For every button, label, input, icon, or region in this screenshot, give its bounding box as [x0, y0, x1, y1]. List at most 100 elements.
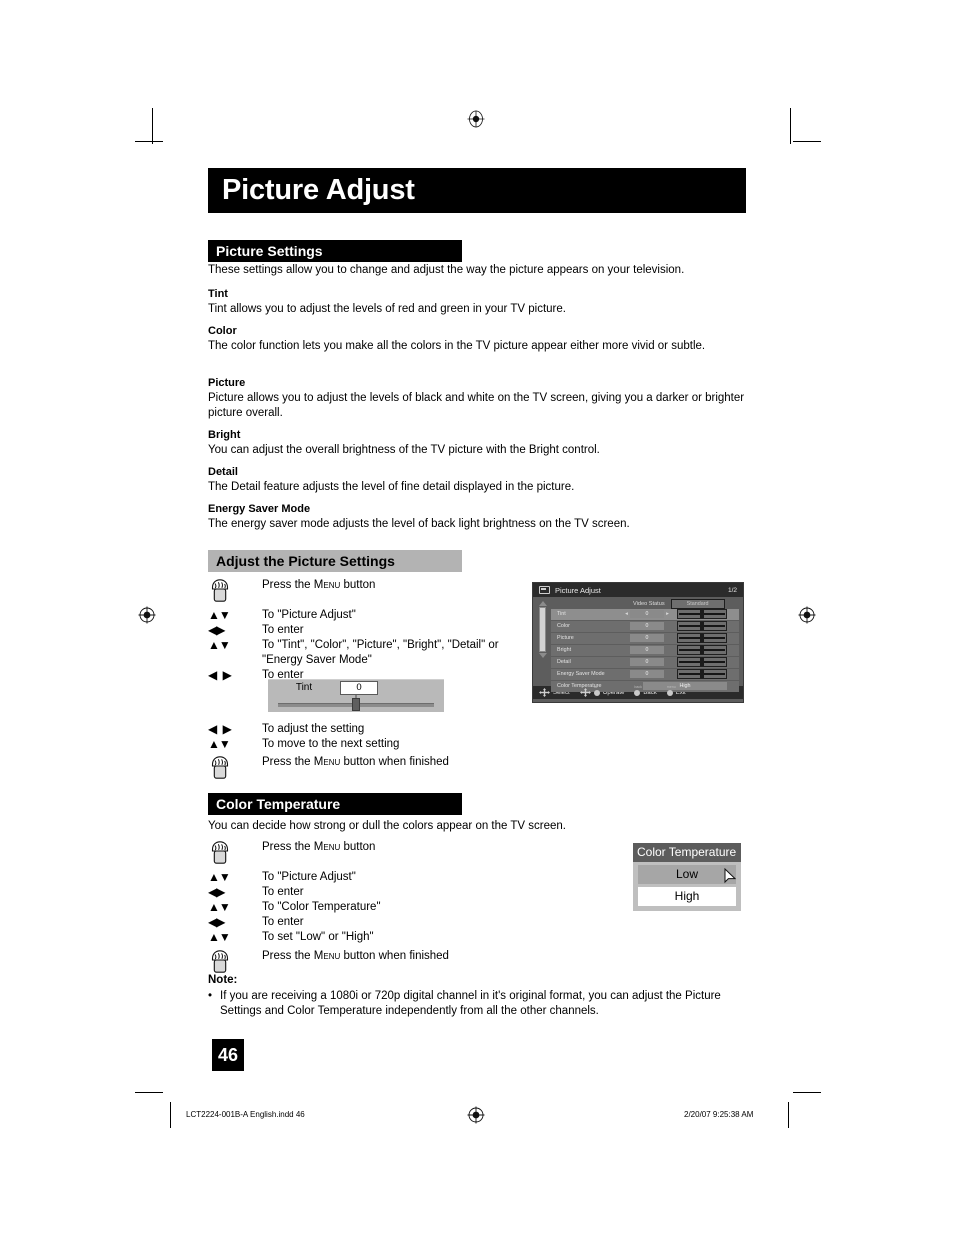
up-down-arrows-icon: ▲▼	[208, 737, 262, 752]
tint-knob[interactable]	[352, 698, 360, 711]
step-text-post: button when finished	[340, 756, 449, 768]
registration-mark-left	[138, 606, 156, 624]
step-text-post: button	[340, 841, 376, 853]
tint-slider-widget[interactable]: Tint 0	[268, 679, 444, 712]
color-temperature-option-low[interactable]: Low	[638, 865, 736, 884]
arrows-glyph: ▲▼	[208, 638, 231, 652]
footer-timestamp: 2/20/07 9:25:38 AM	[684, 1110, 754, 1119]
page-number-badge: 46	[212, 1039, 244, 1071]
slider-knob[interactable]	[700, 634, 704, 642]
subheading-bright: Bright	[208, 429, 241, 441]
step-to-enter-1: ◀▶ To enter	[208, 885, 528, 900]
step-to-enter-1: ◀▶ To enter	[208, 623, 528, 638]
step-adjust-setting: ◀ ▶ To adjust the setting	[208, 722, 528, 737]
step-press-menu: Press the Menu button	[208, 578, 528, 604]
step-press-menu-finished: Press the Menu button when finished	[208, 755, 528, 781]
osd-row-picture[interactable]: Picture 0	[551, 633, 739, 644]
step-text-post: button when finished	[340, 950, 449, 962]
osd-row-slider[interactable]	[677, 645, 727, 656]
osd-row-slider[interactable]	[677, 657, 727, 668]
step-text-pre: Press the	[262, 841, 314, 853]
page-content: Picture Adjust Picture Settings These se…	[208, 0, 746, 1235]
osd-row-value[interactable]: High	[643, 682, 727, 691]
osd-row-energy-saver-mode[interactable]: Energy Saver Mode 0	[551, 669, 739, 680]
button-mini-label: back	[634, 684, 642, 689]
section-heading-adjust-picture-settings: Adjust the Picture Settings	[208, 550, 462, 572]
subheading-energy-saver-mode: Energy Saver Mode	[208, 503, 311, 515]
step-text-pre: Press the	[262, 950, 314, 962]
osd-row-color[interactable]: Color 0	[551, 621, 739, 632]
step-text: Press the Menu button when finished	[262, 949, 449, 964]
subheading-detail: Detail	[208, 466, 238, 478]
osd-row-tint[interactable]: Tint ◂ 0 ▸	[551, 609, 739, 620]
osd-row-label: Energy Saver Mode	[557, 671, 605, 678]
osd-body: Video Status Standard Tint ◂ 0 ▸ Color 0	[533, 597, 743, 692]
step-press-menu-finished: Press the Menu button when finished	[208, 949, 528, 975]
arrows-glyph: ◀ ▶	[208, 668, 233, 682]
scroll-thumb[interactable]	[539, 607, 546, 652]
arrows-glyph: ▲▼	[208, 737, 231, 751]
step-text: To move to the next setting	[262, 738, 400, 750]
step-text: To "Picture Adjust"	[262, 871, 356, 883]
crop-mark-top-left-vertical	[152, 108, 153, 144]
registration-mark-right	[798, 606, 816, 624]
right-arrow-icon[interactable]: ▸	[664, 611, 671, 617]
footer-file-name: LCT2224-001B-A English.indd 46	[186, 1110, 305, 1119]
osd-row-slider[interactable]	[677, 609, 727, 620]
up-down-arrows-icon: ▲▼	[208, 608, 262, 623]
tint-widget-track[interactable]	[268, 695, 444, 712]
dpad-icon	[539, 688, 550, 697]
note-bullet: •	[208, 990, 213, 1002]
hand-press-icon	[208, 840, 262, 866]
scroll-down-arrow-icon[interactable]	[538, 653, 547, 658]
footer-rule-right	[793, 1092, 821, 1093]
osd-scrollbar[interactable]	[538, 601, 547, 675]
adjust-steps-top: Press the Menu button ▲▼ To "Picture Adj…	[208, 578, 528, 683]
osd-row-label: Detail	[557, 659, 571, 666]
step-text: To enter	[262, 916, 304, 928]
desc-picture: Picture allows you to adjust the levels …	[208, 392, 745, 419]
osd-row-value: 0	[630, 670, 664, 679]
back-button-icon: back	[634, 685, 642, 696]
subheading-tint: Tint	[208, 288, 228, 300]
tint-widget-value: 0	[340, 680, 378, 695]
crop-mark-top-right-vertical	[790, 108, 791, 144]
desc-detail: The Detail feature adjusts the level of …	[208, 481, 575, 493]
color-temperature-option-high[interactable]: High	[638, 887, 736, 906]
osd-row-slider[interactable]	[677, 669, 727, 680]
left-right-arrows-icon: ◀▶	[208, 623, 262, 638]
osd-row-value: 0	[630, 634, 664, 643]
step-text: To "Tint", "Color", "Picture", "Bright",…	[262, 639, 499, 666]
mouse-cursor-icon	[724, 867, 737, 884]
video-status-value[interactable]: Standard	[670, 599, 725, 609]
slider-knob[interactable]	[700, 658, 704, 666]
step-text: To set "Low" or "High"	[262, 931, 374, 943]
footer-rule-left	[135, 1092, 163, 1093]
left-right-arrows-icon: ◀▶	[208, 915, 262, 930]
step-text: To "Picture Adjust"	[262, 609, 356, 621]
slider-knob[interactable]	[700, 646, 704, 654]
slider-knob[interactable]	[700, 670, 704, 678]
arrows-glyph: ▲▼	[208, 930, 231, 944]
arrows-glyph: ▲▼	[208, 608, 231, 622]
desc-energy-saver-mode: The energy saver mode adjusts the level …	[208, 518, 630, 530]
osd-row-bright[interactable]: Bright 0	[551, 645, 739, 656]
osd-row-detail[interactable]: Detail 0	[551, 657, 739, 668]
osd-row-label: Bright	[557, 647, 572, 654]
left-right-arrows-icon: ◀ ▶	[208, 668, 262, 683]
adjust-steps-bottom: ◀ ▶ To adjust the setting ▲▼ To move to …	[208, 722, 528, 781]
osd-video-status: Video Status Standard	[633, 599, 725, 609]
left-arrow-icon[interactable]: ◂	[623, 611, 630, 617]
slider-knob[interactable]	[700, 622, 704, 630]
osd-row-slider[interactable]	[677, 633, 727, 644]
osd-row-slider[interactable]	[677, 621, 727, 632]
arrows-glyph: ◀▶	[208, 885, 225, 899]
scroll-up-arrow-icon[interactable]	[538, 601, 547, 606]
osd-row-value: 0	[630, 658, 664, 667]
slider-knob[interactable]	[700, 610, 704, 618]
desc-tint: Tint allows you to adjust the levels of …	[208, 303, 566, 315]
video-status-label: Video Status	[633, 601, 665, 607]
note-text: If you are receiving a 1080i or 720p dig…	[220, 990, 721, 1017]
color-temperature-steps: Press the Menu button ▲▼ To "Picture Adj…	[208, 840, 528, 975]
step-to-picture-adjust: ▲▼ To "Picture Adjust"	[208, 870, 528, 885]
